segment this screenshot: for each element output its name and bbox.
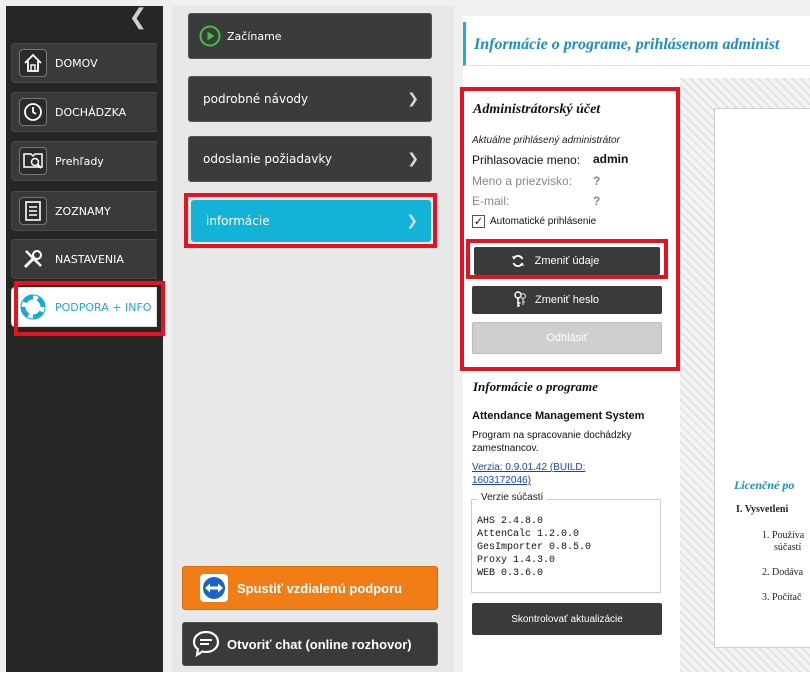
sidebar-item-label: DOCHÁDZKA bbox=[55, 105, 127, 119]
email-value: ? bbox=[593, 194, 601, 208]
change-password-button[interactable]: Zmeniť heslo bbox=[472, 286, 662, 314]
tools-icon bbox=[19, 245, 47, 273]
license-section-heading: I. Vysvetleni bbox=[736, 504, 789, 515]
component-versions-legend: Verzie súčastí bbox=[478, 492, 547, 503]
menu-item-send-request[interactable]: odoslanie požiadavky ❯ bbox=[188, 136, 432, 182]
sidebar-item-label: PODPORA + INFO bbox=[55, 300, 152, 314]
sidebar-item-home[interactable]: DOMOV bbox=[11, 43, 157, 83]
menu-item-information[interactable]: informácie ❯ bbox=[191, 200, 431, 242]
chevron-right-icon: ❯ bbox=[407, 91, 419, 107]
play-icon bbox=[199, 25, 221, 47]
version-link[interactable]: Verzia: 0.9.01.42 (BUILD: bbox=[472, 462, 585, 473]
program-info-title: Informácie o programe bbox=[473, 379, 598, 394]
email-label: E-mail: bbox=[472, 194, 510, 208]
clock-icon bbox=[19, 98, 47, 126]
open-chat-label: Otvoriť chat (online rozhovor) bbox=[227, 636, 412, 652]
program-name: Attendance Management System bbox=[472, 410, 645, 422]
sidebar-item-label: Prehľady bbox=[55, 154, 104, 168]
sidebar-item-lists[interactable]: ZOZNAMY bbox=[11, 191, 157, 231]
admin-subtitle: Aktuálne prihlásený administrátor bbox=[472, 135, 620, 146]
change-data-button[interactable]: Zmeniť údaje bbox=[474, 247, 660, 275]
lifebuoy-icon bbox=[19, 293, 47, 321]
menu-item-label: informácie bbox=[206, 214, 270, 228]
login-label: Prihlasovacie meno: bbox=[472, 153, 581, 167]
change-password-label: Zmeniť heslo bbox=[534, 294, 600, 306]
component-version: AttenCalc 1.2.0.0 bbox=[477, 529, 580, 540]
sidebar-item-attendance[interactable]: DOCHÁDZKA bbox=[11, 92, 157, 132]
sidebar-item-settings[interactable]: NASTAVENIA bbox=[11, 239, 157, 279]
menu-item-detailed-guides[interactable]: podrobné návody ❯ bbox=[188, 76, 432, 122]
component-version: GesImporter 0.8.5.0 bbox=[477, 542, 592, 553]
auto-login-label: Automatické prihlásenie bbox=[490, 216, 597, 227]
page-title: Informácie o programe, prihlásenom admin… bbox=[463, 22, 810, 66]
sidebar-item-reports[interactable]: Prehľady bbox=[11, 141, 157, 181]
name-label: Meno a priezvisko: bbox=[472, 174, 573, 188]
version-link[interactable]: 1603172046) bbox=[472, 475, 531, 486]
name-value: ? bbox=[593, 174, 601, 188]
license-line: 2. Dodáva bbox=[762, 567, 804, 578]
menu-item-label: Začíname bbox=[227, 29, 282, 43]
sidebar-item-support-info[interactable]: PODPORA + INFO bbox=[11, 287, 157, 327]
menu-item-label: podrobné návody bbox=[203, 92, 309, 106]
check-updates-button[interactable]: Skontrolovať aktualizácie bbox=[472, 603, 662, 635]
chat-bubble-icon bbox=[191, 629, 221, 659]
open-chat-button[interactable]: Otvoriť chat (online rozhovor) bbox=[182, 622, 438, 666]
component-version: WEB 0.3.6.0 bbox=[477, 568, 544, 579]
sidebar-item-label: DOMOV bbox=[55, 56, 98, 70]
license-line: 3. Počítač bbox=[762, 592, 802, 603]
refresh-icon bbox=[510, 253, 526, 272]
admin-panel-title: Administrátorský účet bbox=[473, 102, 601, 117]
license-line: 1. Používa bbox=[762, 530, 805, 541]
sidebar-item-label: ZOZNAMY bbox=[55, 204, 111, 218]
change-data-label: Zmeniť údaje bbox=[534, 255, 600, 267]
home-icon bbox=[19, 49, 47, 77]
logout-button[interactable]: Odhlásiť bbox=[472, 322, 662, 354]
program-description: zamestnancov. bbox=[472, 443, 539, 454]
license-line: súčastí bbox=[774, 542, 802, 553]
menu-item-getting-started[interactable]: Začíname bbox=[188, 13, 432, 59]
report-search-icon bbox=[19, 147, 47, 175]
remote-support-label: Spustiť vzdialenú podporu bbox=[237, 580, 403, 596]
login-value: admin bbox=[593, 152, 629, 166]
sidebar-collapse-button[interactable]: ❮ bbox=[127, 7, 149, 29]
sidebar-item-label: NASTAVENIA bbox=[55, 252, 124, 266]
remote-support-button[interactable]: Spustiť vzdialenú podporu bbox=[182, 566, 438, 610]
bottom-strip bbox=[0, 672, 810, 682]
keys-icon bbox=[512, 291, 528, 312]
chevron-right-icon: ❯ bbox=[406, 213, 418, 229]
menu-item-label: odoslanie požiadavky bbox=[203, 152, 333, 166]
license-title: Licenčné po bbox=[734, 478, 795, 492]
app-window: ❮ DOMOV DOCHÁDZKA Prehľady ZOZNAMY NASTA… bbox=[0, 0, 810, 682]
chevron-right-icon: ❯ bbox=[407, 151, 419, 167]
teamviewer-icon bbox=[199, 573, 229, 603]
component-version: AHS 2.4.8.0 bbox=[477, 516, 544, 527]
list-icon bbox=[19, 197, 47, 225]
auto-login-checkbox[interactable]: ✓ bbox=[472, 215, 485, 228]
component-version: Proxy 1.4.3.0 bbox=[477, 555, 556, 566]
program-description: Program na spracovanie dochádzky bbox=[472, 430, 632, 441]
